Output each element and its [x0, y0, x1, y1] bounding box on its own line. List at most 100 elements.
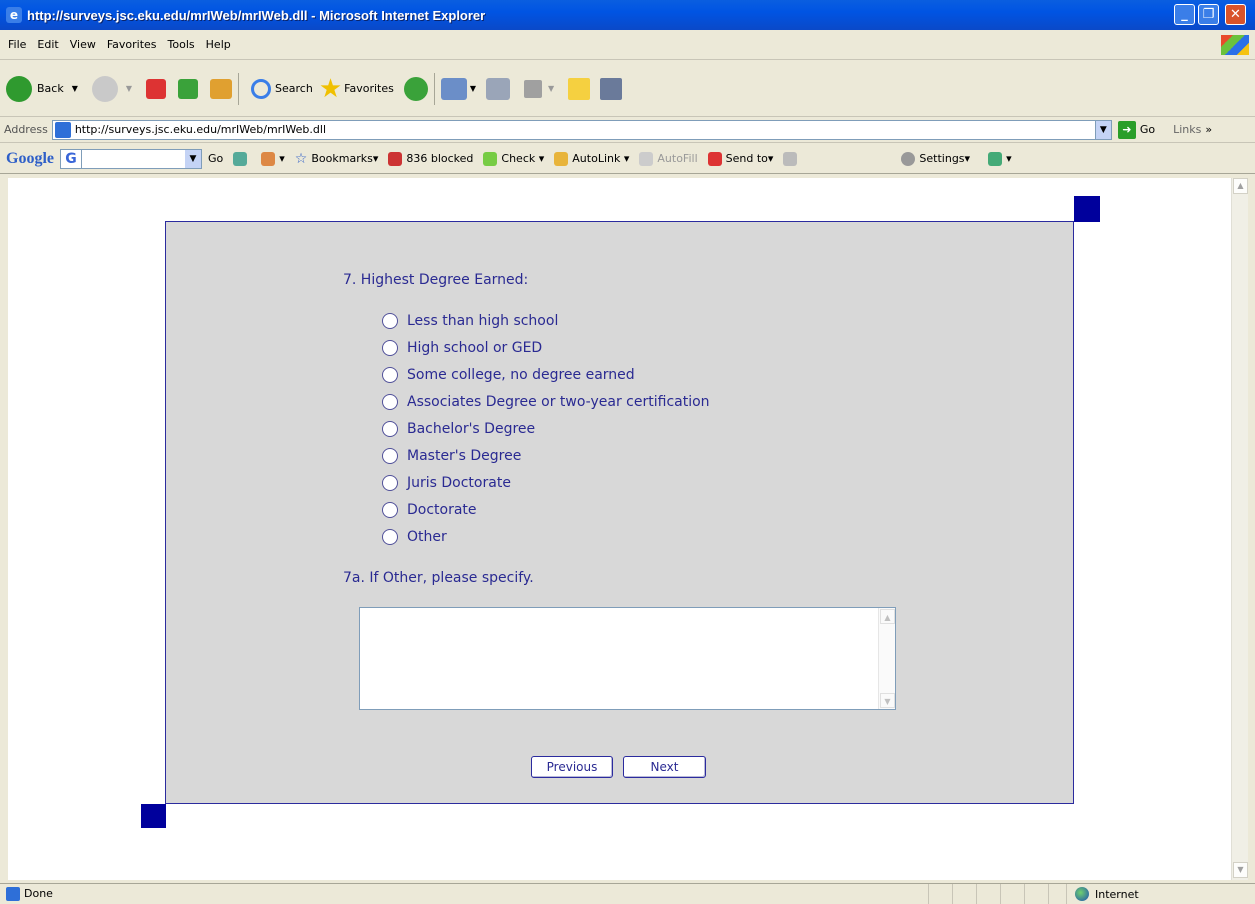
back-button[interactable]: Back ▼	[6, 75, 78, 102]
popup-blocker-button[interactable]: 836 blocked	[388, 151, 474, 166]
go-arrow-icon: ➜	[1117, 120, 1136, 139]
menu-favorites[interactable]: Favorites	[107, 38, 157, 51]
edit-icon[interactable]	[524, 79, 542, 98]
scroll-up-icon[interactable]: ▲	[880, 609, 895, 624]
pagerank-icon[interactable]	[233, 151, 251, 166]
title-bar: e http://surveys.jsc.eku.edu/mrIWeb/mrIW…	[0, 0, 1255, 30]
settings-button[interactable]: Settings ▾	[901, 151, 970, 166]
forward-button[interactable]: ▼	[84, 75, 133, 102]
menu-view[interactable]: View	[70, 38, 96, 51]
google-logo[interactable]: Google	[6, 150, 54, 168]
option-associates[interactable]: Associates Degree or two-year certificat…	[382, 394, 710, 410]
address-input[interactable]: http://surveys.jsc.eku.edu/mrIWeb/mrIWeb…	[51, 119, 1112, 140]
sendto-button[interactable]: Send to ▾	[707, 151, 773, 166]
home-icon[interactable]	[210, 78, 233, 99]
autofill-icon	[639, 151, 654, 166]
settings-icon	[901, 151, 916, 166]
research-icon[interactable]	[600, 77, 623, 100]
radio-button[interactable]	[382, 394, 398, 410]
option-doctorate[interactable]: Doctorate	[382, 502, 477, 518]
highlight-icon[interactable]	[783, 151, 801, 166]
radio-button[interactable]	[382, 529, 398, 545]
autolink-button[interactable]: AutoLink ▾	[554, 151, 629, 166]
go-button[interactable]: ➜ Go	[1117, 120, 1156, 139]
google-options-icon[interactable]: ▾	[261, 151, 285, 166]
google-go-button[interactable]: Go	[208, 152, 223, 165]
menu-edit[interactable]: Edit	[37, 38, 58, 51]
option-label: Doctorate	[407, 502, 477, 518]
zone-label: Internet	[1095, 887, 1139, 901]
refresh-icon[interactable]	[178, 78, 199, 99]
bookmarks-label: Bookmarks	[311, 152, 373, 165]
menu-tools[interactable]: Tools	[168, 38, 195, 51]
option-high-school-ged[interactable]: High school or GED	[382, 340, 542, 356]
translate-icon[interactable]: ▾	[988, 151, 1012, 166]
chevron-down-icon: ▼	[125, 84, 133, 93]
minimize-button[interactable]: _	[1174, 4, 1195, 25]
star-outline-icon: ☆	[294, 150, 308, 167]
stop-icon[interactable]	[146, 78, 167, 99]
ie-icon: e	[6, 7, 22, 23]
followup-question: 7a. If Other, please specify.	[343, 570, 534, 586]
option-juris-doctorate[interactable]: Juris Doctorate	[382, 475, 511, 491]
chevron-down-icon[interactable]: ▼	[1094, 120, 1111, 139]
other-specify-textarea[interactable]: ▲ ▼	[359, 607, 896, 710]
chevron-down-icon: ▼	[71, 84, 78, 93]
security-zone: Internet	[1066, 884, 1139, 904]
autofill-label: AutoFill	[657, 152, 698, 165]
blocked-count: 836 blocked	[406, 152, 474, 165]
option-some-college[interactable]: Some college, no degree earned	[382, 367, 635, 383]
radio-button[interactable]	[382, 448, 398, 464]
links-button[interactable]: Links	[1173, 123, 1201, 136]
option-other[interactable]: Other	[382, 529, 447, 545]
option-label: Less than high school	[407, 313, 559, 329]
radio-button[interactable]	[382, 367, 398, 383]
next-button[interactable]: Next	[623, 756, 706, 778]
search-icon	[251, 78, 272, 99]
close-button[interactable]: ✕	[1225, 4, 1246, 25]
bookmarks-button[interactable]: ☆ Bookmarks ▾	[295, 151, 379, 167]
option-less-than-high-school[interactable]: Less than high school	[382, 313, 558, 329]
option-label: Juris Doctorate	[407, 475, 511, 491]
discuss-icon[interactable]	[568, 77, 591, 100]
back-arrow-icon	[6, 75, 32, 102]
google-g-icon: G	[60, 148, 82, 169]
chevron-down-icon[interactable]: ▼	[470, 84, 476, 93]
radio-button[interactable]	[382, 340, 398, 356]
spellcheck-button[interactable]: Check ▾	[483, 151, 544, 166]
chevron-down-icon[interactable]: ▼	[185, 149, 201, 168]
option-masters[interactable]: Master's Degree	[382, 448, 521, 464]
status-text: Done	[24, 887, 53, 900]
scroll-up-icon[interactable]: ▲	[1233, 178, 1248, 194]
radio-button[interactable]	[382, 313, 398, 329]
radio-button[interactable]	[382, 475, 398, 491]
history-icon[interactable]	[403, 76, 428, 101]
standard-toolbar: Back ▼ ▼ Search ★ Favorites ▼ ▼	[0, 61, 1255, 117]
search-label: Search	[275, 82, 313, 95]
windows-logo-icon	[1221, 35, 1249, 55]
textarea-scrollbar[interactable]: ▲ ▼	[878, 608, 895, 709]
scroll-down-icon[interactable]: ▼	[880, 693, 895, 708]
radio-button[interactable]	[382, 421, 398, 437]
option-label: High school or GED	[407, 340, 543, 356]
chevron-down-icon[interactable]: ▼	[548, 84, 554, 93]
maximize-button[interactable]: ❐	[1198, 4, 1219, 25]
sendto-icon	[707, 151, 722, 166]
chevron-right-icon[interactable]: »	[1205, 123, 1212, 136]
option-label: Bachelor's Degree	[407, 421, 536, 437]
go-label: Go	[1139, 123, 1156, 136]
print-icon[interactable]	[486, 77, 510, 100]
mail-icon[interactable]	[440, 77, 467, 100]
autofill-button[interactable]: AutoFill	[639, 151, 698, 166]
google-search-input[interactable]: G ▼	[60, 148, 202, 169]
menu-file[interactable]: File	[8, 38, 26, 51]
page-scrollbar[interactable]: ▲ ▼	[1231, 178, 1248, 880]
favorites-button[interactable]: ★ Favorites	[319, 74, 394, 104]
scroll-down-icon[interactable]: ▼	[1233, 862, 1248, 878]
previous-button[interactable]: Previous	[531, 756, 613, 778]
address-url: http://surveys.jsc.eku.edu/mrIWeb/mrIWeb…	[74, 123, 327, 136]
radio-button[interactable]	[382, 502, 398, 518]
option-bachelors[interactable]: Bachelor's Degree	[382, 421, 535, 437]
search-button[interactable]: Search	[251, 78, 313, 99]
menu-help[interactable]: Help	[206, 38, 231, 51]
